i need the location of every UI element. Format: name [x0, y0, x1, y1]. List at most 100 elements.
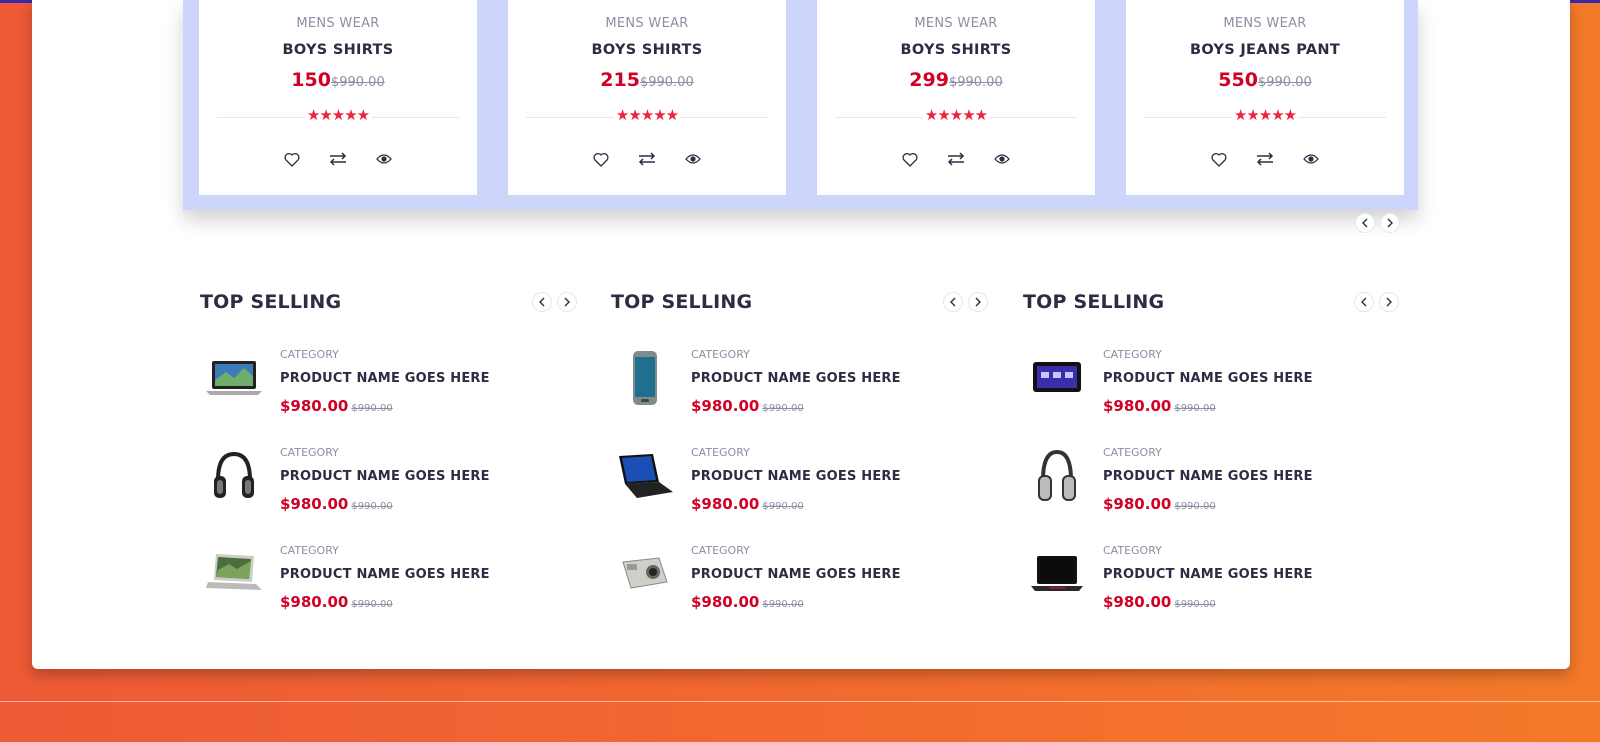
item-name[interactable]: PRODUCT NAME GOES HERE: [280, 371, 490, 386]
product-price: 150$990.00: [199, 69, 477, 91]
chevron-left-icon: [1362, 218, 1368, 228]
item-price: $980.00 $990.00: [691, 592, 804, 611]
quick-view-button[interactable]: [990, 149, 1014, 169]
price-current: $980.00: [280, 397, 349, 415]
price-old: $990.00: [351, 501, 393, 512]
section-prev-button[interactable]: [1354, 292, 1374, 312]
product-thumbnail[interactable]: [611, 344, 679, 412]
item-name[interactable]: PRODUCT NAME GOES HERE: [691, 469, 901, 484]
item-name[interactable]: PRODUCT NAME GOES HERE: [280, 469, 490, 484]
laptop-icon: [619, 454, 673, 498]
list-item[interactable]: CATEGORY PRODUCT NAME GOES HERE $980.00 $…: [1023, 344, 1403, 434]
carousel-next-button[interactable]: [1380, 213, 1400, 233]
list-item[interactable]: CATEGORY PRODUCT NAME GOES HERE $980.00 $…: [200, 540, 580, 630]
item-name[interactable]: PRODUCT NAME GOES HERE: [1103, 469, 1313, 484]
item-category: CATEGORY: [280, 544, 339, 557]
quick-view-button[interactable]: [1299, 149, 1323, 169]
price-old: $990.00: [1174, 599, 1216, 610]
rating-stars: ★★★★★: [817, 106, 1095, 124]
heart-icon: [902, 152, 918, 167]
item-category: CATEGORY: [280, 446, 339, 459]
product-thumbnail[interactable]: [200, 540, 268, 608]
wishlist-button[interactable]: [280, 149, 304, 169]
list-item[interactable]: CATEGORY PRODUCT NAME GOES HERE $980.00 $…: [200, 344, 580, 434]
exchange-icon: [947, 152, 965, 166]
chevron-left-icon: [1361, 297, 1367, 307]
product-thumbnail[interactable]: [1023, 442, 1091, 510]
product-card[interactable]: MENS WEAR BOYS SHIRTS 299$990.00 ★★★★★: [817, 0, 1095, 195]
item-name[interactable]: PRODUCT NAME GOES HERE: [280, 567, 490, 582]
product-name[interactable]: BOYS SHIRTS: [817, 42, 1095, 58]
quick-view-button[interactable]: [681, 149, 705, 169]
chevron-right-icon: [564, 297, 570, 307]
price-current: 150: [291, 69, 331, 91]
list-item[interactable]: CATEGORY PRODUCT NAME GOES HERE $980.00 $…: [1023, 442, 1403, 532]
wishlist-button[interactable]: [1207, 149, 1231, 169]
rating-stars: ★★★★★: [1126, 106, 1404, 124]
rating-stars: ★★★★★: [508, 106, 786, 124]
item-category: CATEGORY: [691, 446, 750, 459]
wishlist-button[interactable]: [898, 149, 922, 169]
exchange-icon: [638, 152, 656, 166]
tablet-icon: [1033, 362, 1081, 392]
price-current: $980.00: [1103, 495, 1172, 513]
product-name[interactable]: BOYS SHIRTS: [508, 42, 786, 58]
section-next-button[interactable]: [557, 292, 577, 312]
product-thumbnail[interactable]: [611, 442, 679, 510]
compare-button[interactable]: [326, 149, 350, 169]
price-current: $980.00: [280, 593, 349, 611]
compare-button[interactable]: [1253, 149, 1277, 169]
price-old: $990.00: [351, 403, 393, 414]
item-category: CATEGORY: [691, 544, 750, 557]
price-old: $990.00: [762, 599, 804, 610]
list-item[interactable]: CATEGORY PRODUCT NAME GOES HERE $980.00 $…: [611, 344, 991, 434]
product-card[interactable]: MENS WEAR BOYS JEANS PANT 550$990.00 ★★★…: [1126, 0, 1404, 195]
product-thumbnail[interactable]: [200, 344, 268, 412]
product-thumbnail[interactable]: [1023, 344, 1091, 412]
item-price: $980.00 $990.00: [1103, 396, 1216, 415]
item-name[interactable]: PRODUCT NAME GOES HERE: [691, 567, 901, 582]
chevron-left-icon: [950, 297, 956, 307]
quick-view-button[interactable]: [372, 149, 396, 169]
carousel-prev-button[interactable]: [1355, 213, 1375, 233]
product-price: 550$990.00: [1126, 69, 1404, 91]
list-item[interactable]: CATEGORY PRODUCT NAME GOES HERE $980.00 $…: [1023, 540, 1403, 630]
item-price: $980.00 $990.00: [691, 396, 804, 415]
footer-divider: [0, 701, 1600, 702]
list-item[interactable]: CATEGORY PRODUCT NAME GOES HERE $980.00 $…: [611, 442, 991, 532]
price-old: $990.00: [1174, 501, 1216, 512]
list-item[interactable]: CATEGORY PRODUCT NAME GOES HERE $980.00 $…: [611, 540, 991, 630]
item-price: $980.00 $990.00: [691, 494, 804, 513]
list-item[interactable]: CATEGORY PRODUCT NAME GOES HERE $980.00 $…: [200, 442, 580, 532]
product-name[interactable]: BOYS SHIRTS: [199, 42, 477, 58]
eye-icon: [994, 154, 1010, 164]
section-next-button[interactable]: [1379, 292, 1399, 312]
price-old: $990.00: [948, 75, 1003, 90]
section-prev-button[interactable]: [532, 292, 552, 312]
price-old: $990.00: [762, 501, 804, 512]
item-name[interactable]: PRODUCT NAME GOES HERE: [1103, 567, 1313, 582]
item-category: CATEGORY: [1103, 446, 1162, 459]
compare-button[interactable]: [944, 149, 968, 169]
rating-stars: ★★★★★: [199, 106, 477, 124]
section-prev-button[interactable]: [943, 292, 963, 312]
item-price: $980.00 $990.00: [1103, 592, 1216, 611]
product-card[interactable]: MENS WEAR BOYS SHIRTS 215$990.00 ★★★★★: [508, 0, 786, 195]
price-current: $980.00: [691, 593, 760, 611]
camera-icon: [622, 557, 668, 589]
section-next-button[interactable]: [968, 292, 988, 312]
product-thumbnail[interactable]: [611, 540, 679, 608]
product-thumbnail[interactable]: [200, 442, 268, 510]
item-name[interactable]: PRODUCT NAME GOES HERE: [691, 371, 901, 386]
star-icons: ★★★★★: [613, 106, 681, 124]
product-carousel: MENS WEAR BOYS SHIRTS 150$990.00 ★★★★★ M…: [183, 0, 1418, 210]
heart-icon: [593, 152, 609, 167]
product-category: MENS WEAR: [1223, 16, 1307, 31]
compare-button[interactable]: [635, 149, 659, 169]
product-card[interactable]: MENS WEAR BOYS SHIRTS 150$990.00 ★★★★★: [199, 0, 477, 195]
product-name[interactable]: BOYS JEANS PANT: [1126, 42, 1404, 58]
item-name[interactable]: PRODUCT NAME GOES HERE: [1103, 371, 1313, 386]
item-category: CATEGORY: [1103, 348, 1162, 361]
product-thumbnail[interactable]: [1023, 540, 1091, 608]
wishlist-button[interactable]: [589, 149, 613, 169]
